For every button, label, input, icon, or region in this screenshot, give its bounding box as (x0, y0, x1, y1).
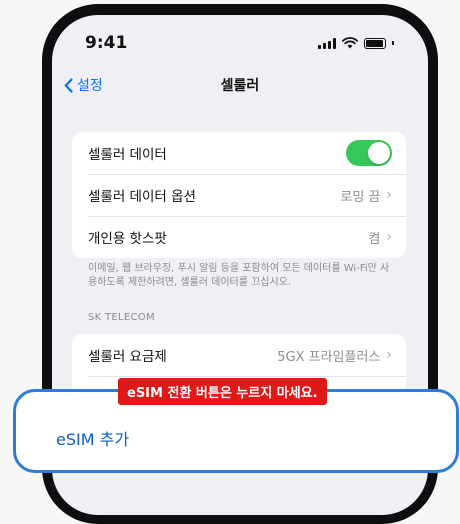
cellular-plan-row[interactable]: 셀룰러 요금제 5GX 프라임플러스 › (72, 334, 406, 376)
cellular-data-row: 셀룰러 데이터 (72, 132, 406, 174)
personal-hotspot-row[interactable]: 개인용 핫스팟 켬 › (72, 216, 406, 258)
battery-icon (364, 37, 386, 49)
chevron-right-icon: › (386, 187, 392, 203)
status-bar: 9:41 (52, 15, 428, 65)
status-time: 9:41 (85, 33, 128, 53)
cellular-signal-icon (318, 37, 336, 49)
cellular-data-options-row[interactable]: 셀룰러 데이터 옵션 로밍 끔 › (72, 174, 406, 216)
cellular-data-label: 셀룰러 데이터 (88, 147, 167, 163)
carrier-section-header: SK TELECOM (88, 312, 155, 323)
cellular-settings-group: 셀룰러 데이터 셀룰러 데이터 옵션 로밍 끔 › 개인용 핫스팟 켬 › (72, 132, 406, 258)
cellular-plan-value: 5GX 프라임플러스 (277, 349, 381, 365)
cellular-plan-label: 셀룰러 요금제 (88, 349, 167, 365)
page-title: 셀룰러 (220, 78, 260, 94)
cellular-data-options-value: 로밍 끔 (340, 189, 381, 205)
toggle-knob (368, 142, 390, 164)
wifi-icon (342, 37, 358, 49)
chevron-right-icon: › (386, 347, 392, 363)
battery-cap-icon (392, 41, 394, 45)
chevron-right-icon: › (386, 229, 392, 245)
add-esim-label: eSIM 추가 (56, 430, 130, 449)
warning-banner: eSIM 전환 버튼은 누르지 마세요. (118, 378, 327, 405)
cellular-data-options-value-wrap: 로밍 끔 › (340, 186, 392, 205)
personal-hotspot-value-wrap: 켬 › (368, 228, 392, 247)
status-icons (318, 37, 394, 49)
cellular-data-options-label: 셀룰러 데이터 옵션 (88, 189, 196, 205)
personal-hotspot-value: 켬 (368, 231, 381, 247)
cellular-data-footnote: 이메일, 웹 브라우징, 푸시 알림 등을 포함하여 모든 데이터를 Wi-Fi… (88, 263, 390, 288)
cellular-data-toggle[interactable] (346, 140, 392, 166)
personal-hotspot-label: 개인용 핫스팟 (88, 231, 167, 247)
navigation-bar: 설정 셀룰러 (52, 71, 428, 101)
cellular-plan-value-wrap: 5GX 프라임플러스 › (277, 346, 392, 365)
